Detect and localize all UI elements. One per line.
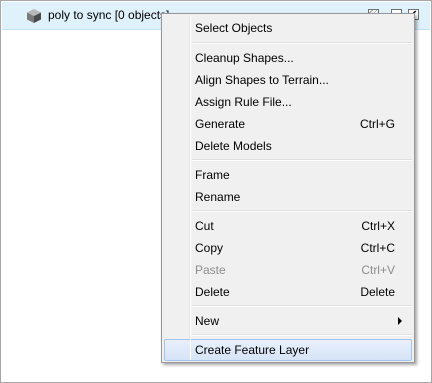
menu-item-paste: Paste Ctrl+V [164, 259, 412, 281]
menu-item-shortcut: Delete [360, 285, 395, 299]
menu-item-label: Generate [195, 117, 246, 131]
menu-item-delete[interactable]: Delete Delete [164, 281, 412, 303]
menu-separator [192, 210, 412, 212]
menu-separator [192, 305, 412, 307]
submenu-arrow-icon [398, 317, 402, 325]
menu-item-label: Rename [195, 190, 241, 204]
menu-separator [192, 42, 412, 44]
menu-item-shortcut: Ctrl+G [359, 117, 395, 131]
menu-item-label: Delete [195, 285, 230, 299]
menu-item-shortcut: Ctrl+V [361, 263, 395, 277]
menu-item-align-shapes[interactable]: Align Shapes to Terrain... [164, 69, 412, 91]
menu-item-label: Cleanup Shapes... [195, 51, 294, 65]
menu-item-assign-rule-file[interactable]: Assign Rule File... [164, 91, 412, 113]
menu-item-frame[interactable]: Frame [164, 164, 412, 186]
menu-separator [192, 334, 412, 336]
menu-item-label: Paste [195, 263, 226, 277]
menu-item-label: New [195, 314, 220, 328]
menu-item-select-objects[interactable]: Select Objects [164, 17, 412, 39]
menu-item-create-feature-layer[interactable]: Create Feature Layer [164, 339, 412, 361]
menu-item-cut[interactable]: Cut Ctrl+X [164, 215, 412, 237]
menu-item-label: Assign Rule File... [195, 95, 292, 109]
context-menu: Select Objects Cleanup Shapes... Align S… [161, 13, 415, 363]
menu-item-new[interactable]: New [164, 310, 412, 332]
menu-item-label: Cut [195, 219, 214, 233]
menu-item-label: Select Objects [195, 21, 273, 35]
menu-item-label: Frame [195, 168, 230, 182]
layer-name: poly to sync [0 objects] [48, 8, 170, 22]
menu-item-shortcut: Ctrl+X [361, 219, 395, 233]
menu-item-label: Create Feature Layer [195, 343, 310, 357]
menu-item-copy[interactable]: Copy Ctrl+C [164, 237, 412, 259]
menu-item-delete-models[interactable]: Delete Models [164, 135, 412, 157]
menu-separator [192, 159, 412, 161]
menu-item-shortcut: Ctrl+C [360, 241, 395, 255]
menu-item-label: Align Shapes to Terrain... [195, 73, 329, 87]
menu-item-label: Delete Models [195, 139, 272, 153]
menu-item-cleanup-shapes[interactable]: Cleanup Shapes... [164, 47, 412, 69]
menu-item-generate[interactable]: Generate Ctrl+G [164, 113, 412, 135]
menu-item-rename[interactable]: Rename [164, 186, 412, 208]
cube-icon [26, 8, 42, 24]
menu-item-label: Copy [195, 241, 224, 255]
